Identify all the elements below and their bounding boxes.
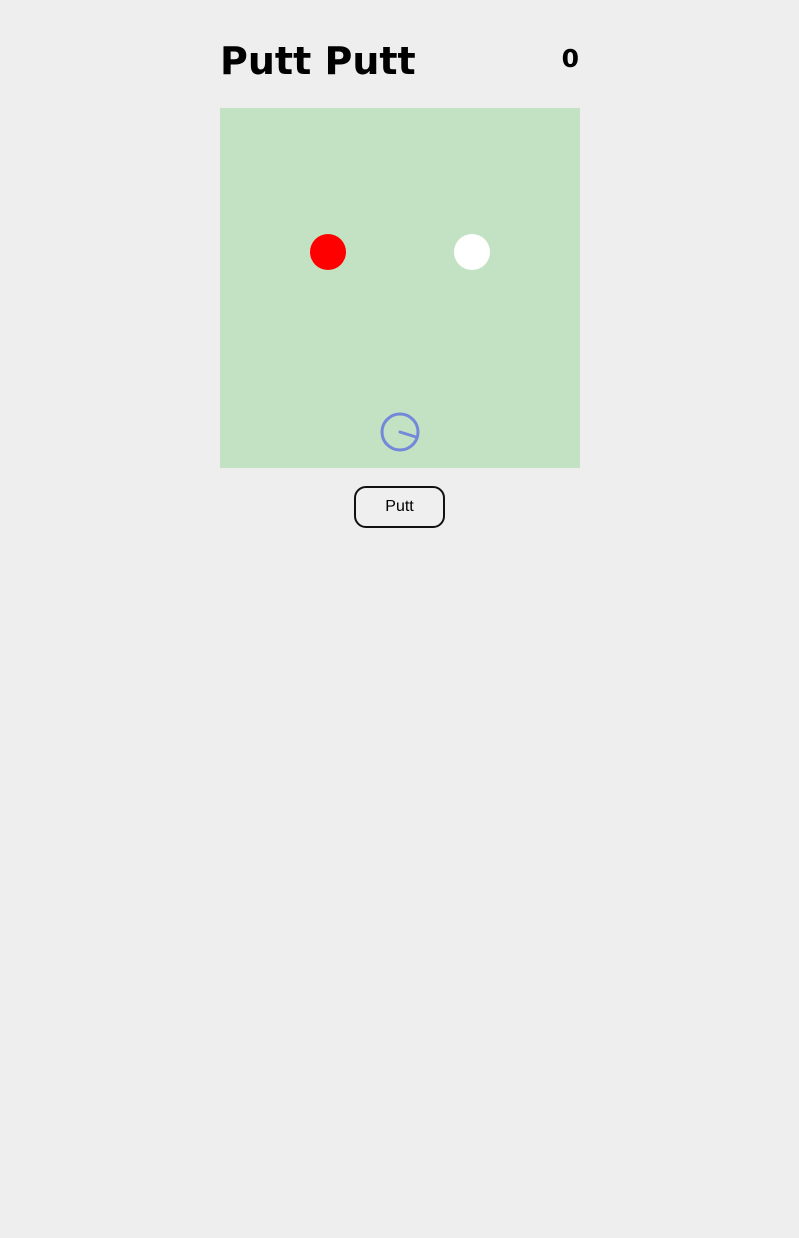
golf-ball (454, 234, 490, 270)
putting-green-canvas[interactable] (220, 108, 580, 468)
stroke-count: 0 (561, 44, 579, 73)
putt-button[interactable]: Putt (354, 486, 445, 528)
game-title: Putt Putt (220, 39, 416, 83)
hole (310, 234, 346, 270)
game-header: Putt Putt 0 (220, 38, 580, 84)
putting-green[interactable] (220, 108, 580, 468)
